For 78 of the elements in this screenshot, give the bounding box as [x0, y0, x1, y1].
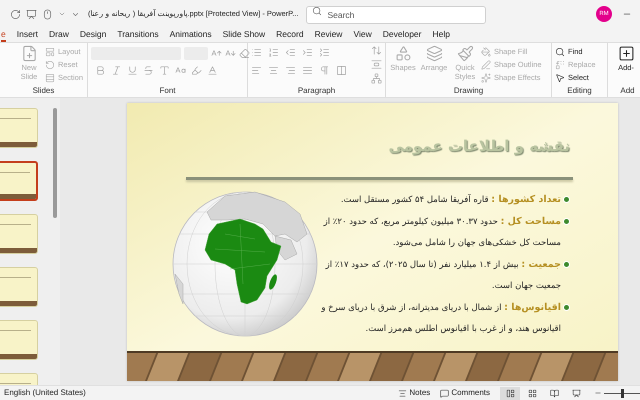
reset-icon: [45, 60, 55, 70]
clear-format-icon[interactable]: [239, 48, 250, 59]
redo-icon[interactable]: [10, 8, 21, 20]
zoom-thumb[interactable]: [620, 388, 624, 398]
align-right-icon[interactable]: [285, 65, 296, 76]
presentation-icon[interactable]: [26, 8, 37, 20]
numbering-icon[interactable]: [268, 47, 279, 58]
arrange-icon: [426, 45, 442, 62]
add-ins-icon: [618, 45, 634, 62]
layout-icon: [45, 46, 55, 56]
paint-bucket-icon: [481, 46, 491, 56]
ribbon-tab[interactable]: Animations: [170, 28, 212, 42]
new-slide-icon: [20, 45, 38, 62]
bold-icon[interactable]: [95, 65, 106, 76]
align-left-icon[interactable]: [251, 65, 262, 76]
pilcrow-icon[interactable]: [319, 65, 330, 76]
shapes-icon: [394, 45, 412, 62]
bullet-icon: [563, 218, 570, 225]
smartart-icon[interactable]: [371, 73, 382, 84]
comment-icon: [440, 388, 450, 398]
strikethrough-icon[interactable]: [143, 65, 154, 76]
grid-view-icon: [528, 388, 536, 398]
ribbon-tab[interactable]: Slide Show: [222, 28, 266, 42]
align-center-icon[interactable]: [268, 65, 279, 76]
view-button[interactable]: [500, 386, 520, 400]
underline-icon[interactable]: [127, 65, 138, 76]
normal-view-icon: [506, 388, 514, 398]
line-spacing-icon[interactable]: [319, 47, 330, 58]
ribbon-tab[interactable]: Draw: [49, 28, 69, 42]
bullet-text: مساحت کل : حدود ۳۰.۳۷ میلیون کیلومتر مربع، که حدود ۲۰٪ از مساحت کل خشکی‌های جهان را شامل می‌شود.: [322, 215, 561, 250]
bullet-icon: [563, 261, 570, 268]
group-label: Add: [619, 85, 636, 97]
chevron-icon[interactable]: [58, 10, 66, 18]
ribbon-tab[interactable]: Review: [314, 28, 342, 42]
pointer-icon: [555, 72, 565, 82]
comments-button[interactable]: Comments: [440, 387, 490, 399]
notes-button[interactable]: Notes: [398, 387, 430, 399]
bullet-icon: [563, 196, 570, 203]
ribbon-tab[interactable]: Help: [432, 28, 450, 42]
ribbon-tab[interactable]: Record: [276, 28, 304, 42]
columns-icon[interactable]: [336, 65, 347, 76]
font-color-icon[interactable]: [207, 65, 218, 76]
search-field[interactable]: Search: [306, 6, 486, 24]
bullet-icon: [563, 304, 570, 311]
bullet-text: تعداد کشورها : قاره آفریقا شامل ۵۴ کشور مستقل است.: [340, 193, 561, 207]
slide-title: نقشه و اطلاعات عمومی: [388, 136, 570, 157]
pen-icon: [481, 60, 491, 70]
presenter-icon: [572, 388, 580, 398]
indent-icon[interactable]: [302, 47, 313, 58]
notes-icon: [398, 388, 408, 398]
ribbon-tab[interactable]: Insert: [16, 28, 38, 42]
ribbon-tab[interactable]: Design: [80, 28, 106, 42]
italic-icon[interactable]: [111, 65, 122, 76]
text-direction-icon[interactable]: [371, 45, 382, 56]
group-label: Drawing: [452, 85, 484, 97]
highlighter-icon[interactable]: [191, 65, 202, 76]
outdent-icon[interactable]: [285, 47, 296, 58]
group-label: Editing: [566, 85, 593, 97]
bullet-text: جمعیت : بیش از ۱.۴ میلیارد نفر (تا سال ۲۰۲۵)، که حدود ۱۷٪ از جمعیت جهان است.: [324, 258, 561, 293]
mouse-icon[interactable]: [42, 8, 53, 20]
group-label: Font: [158, 85, 176, 97]
ribbon-tab[interactable]: Developer: [382, 28, 422, 42]
reading-view-icon: [550, 388, 558, 398]
group-label: Paragraph: [296, 85, 336, 97]
search-icon: [555, 46, 565, 56]
group-label: Slides: [32, 85, 56, 97]
justify-icon[interactable]: [302, 65, 313, 76]
section-icon: [45, 72, 55, 82]
bullet-text: اقیانوس‌ها : از شمال با دریای مدیترانه، از شرق با دریای سرخ و اقیانوس هند، و از غرب با اقیانوس اطلس هم‌مرز است.: [320, 301, 561, 336]
ribbon-tab[interactable]: View: [353, 28, 372, 42]
language-label[interactable]: English (United States): [4, 387, 86, 399]
ribbon-tab[interactable]: Transitions: [117, 28, 159, 42]
align-text-icon[interactable]: [371, 59, 382, 70]
quick-styles-icon: [456, 45, 474, 62]
scrollbar-thumb[interactable]: [53, 108, 57, 218]
zoom-slider[interactable]: [604, 388, 640, 398]
search-icon: [312, 6, 322, 16]
sparkles-icon: [481, 72, 491, 82]
